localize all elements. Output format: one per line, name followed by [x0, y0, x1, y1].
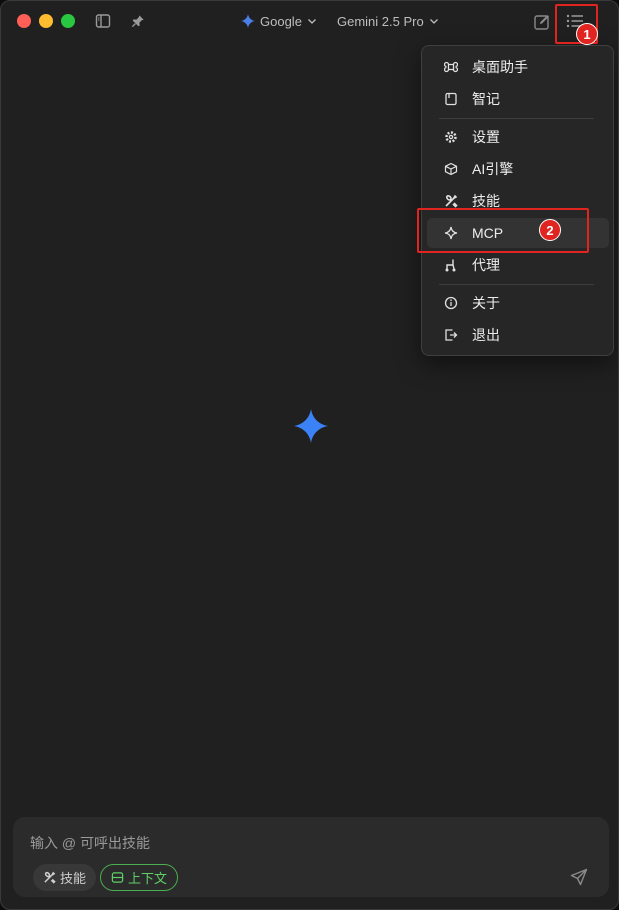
menu-item-label: 智记 — [472, 91, 500, 107]
tools-icon — [44, 871, 56, 884]
tools-icon — [444, 194, 458, 208]
menu-item-label: 设置 — [472, 129, 500, 145]
gemini-logo-icon — [294, 409, 328, 443]
new-chat-edit-icon[interactable] — [532, 12, 552, 32]
send-icon[interactable] — [569, 867, 589, 887]
menu-item-logout[interactable]: 退出 — [427, 320, 609, 350]
annotation-highlight-mcp — [417, 208, 589, 253]
menu-item-settings[interactable]: 设置 — [427, 122, 609, 152]
model-label: Gemini 2.5 Pro — [337, 13, 424, 29]
menu-item-label: 代理 — [472, 257, 500, 273]
annotation-badge-1: 1 — [576, 23, 598, 45]
pin-icon[interactable] — [129, 12, 147, 30]
gemini-sparkle-icon — [241, 14, 255, 28]
context-chip-label: 上下文 — [128, 871, 168, 886]
annotation-badge-2: 2 — [539, 219, 561, 241]
context-icon — [111, 872, 124, 883]
menu-item-proxy[interactable]: 代理 — [427, 250, 609, 280]
menu-item-ai-engine[interactable]: AI引擎 — [427, 154, 609, 184]
minimize-window-button[interactable] — [39, 14, 53, 28]
menu-item-label: AI引擎 — [472, 161, 514, 177]
menu-divider — [439, 284, 594, 285]
chat-composer: 技能 上下文 — [13, 817, 609, 897]
chevron-down-icon — [429, 19, 438, 24]
model-selector[interactable]: Gemini 2.5 Pro — [337, 12, 439, 30]
menu-item-about[interactable]: 关于 — [427, 288, 609, 318]
title-bar: Google Gemini 2.5 Pro — [1, 1, 618, 41]
cube-icon — [444, 162, 458, 176]
app-window: Google Gemini 2.5 Pro 桌面助手 智记 设置 AI引擎 技能… — [0, 0, 619, 910]
notebook-icon — [444, 92, 458, 106]
proxy-icon — [444, 258, 458, 272]
sidebar-toggle-icon[interactable] — [94, 12, 112, 30]
context-chip-button[interactable]: 上下文 — [100, 864, 179, 891]
skills-chip-button[interactable]: 技能 — [33, 864, 97, 891]
chevron-down-icon — [307, 19, 316, 24]
provider-selector[interactable]: Google — [241, 12, 317, 30]
main-dropdown-menu: 桌面助手 智记 设置 AI引擎 技能 MCP 代理 关于 退出 — [421, 45, 614, 356]
provider-label: Google — [260, 13, 302, 29]
command-icon — [444, 60, 458, 74]
close-window-button[interactable] — [17, 14, 31, 28]
menu-divider — [439, 118, 594, 119]
logout-icon — [444, 328, 458, 342]
menu-item-label: 退出 — [472, 327, 500, 343]
menu-item-notes[interactable]: 智记 — [427, 84, 609, 114]
menu-item-label: 桌面助手 — [472, 59, 528, 75]
maximize-window-button[interactable] — [61, 14, 75, 28]
gear-icon — [444, 130, 458, 144]
chat-input[interactable] — [30, 833, 430, 853]
menu-item-label: 关于 — [472, 295, 500, 311]
menu-item-desktop-assistant[interactable]: 桌面助手 — [427, 52, 609, 82]
info-icon — [444, 296, 458, 310]
skills-chip-label: 技能 — [60, 871, 87, 886]
